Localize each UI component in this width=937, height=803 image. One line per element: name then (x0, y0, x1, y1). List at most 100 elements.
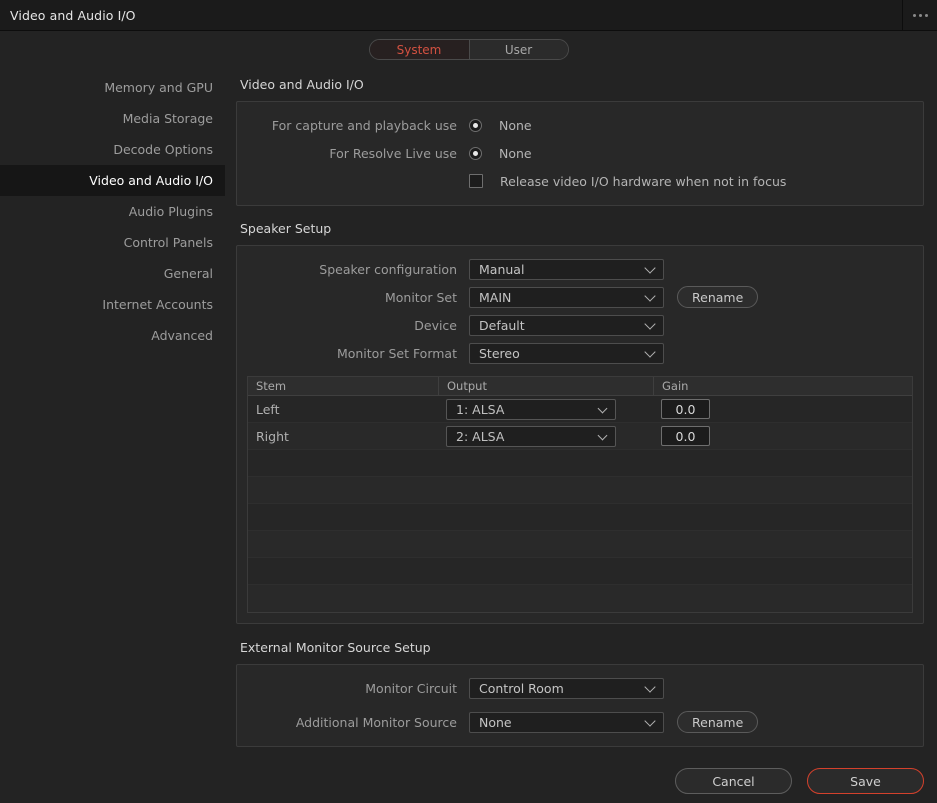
settings-sidebar: Memory and GPU Media Storage Decode Opti… (0, 68, 225, 803)
label-additional-monitor-source: Additional Monitor Source (295, 714, 457, 730)
sidebar-item-internet-accounts[interactable]: Internet Accounts (0, 289, 225, 320)
table-row-empty (248, 558, 912, 585)
radio-capture-playback[interactable] (469, 118, 482, 132)
settings-content: Video and Audio I/O For capture and play… (225, 68, 937, 803)
field-monitor-set: Monitor Set MAIN Rename (237, 283, 923, 311)
sidebar-item-decode-options[interactable]: Decode Options (0, 134, 225, 165)
tab-system[interactable]: System (369, 40, 469, 59)
sidebar-item-control-panels[interactable]: Control Panels (0, 227, 225, 258)
section-title-video-audio-io: Video and Audio I/O (240, 77, 364, 92)
chevron-down-icon (597, 430, 608, 441)
sidebar-item-media-storage[interactable]: Media Storage (0, 103, 225, 134)
table-header-row: Stem Output Gain (248, 377, 912, 396)
select-additional-monitor-source[interactable]: None (469, 711, 664, 733)
section-title-speaker-setup: Speaker Setup (240, 221, 332, 236)
label-monitor-circuit: Monitor Circuit (365, 680, 457, 696)
gain-input-right[interactable]: 0.0 (661, 426, 710, 446)
select-output-left-value: 1: ALSA (456, 401, 505, 417)
select-speaker-configuration-value: Manual (479, 261, 525, 277)
ellipsis-icon[interactable] (902, 0, 937, 30)
chevron-down-icon (644, 262, 656, 274)
select-monitor-set-value: MAIN (479, 289, 512, 305)
chevron-down-icon (644, 681, 656, 693)
column-header-gain: Gain (653, 377, 912, 395)
window-title: Video and Audio I/O (10, 7, 136, 23)
cell-output: 1: ALSA (438, 398, 653, 420)
select-output-right[interactable]: 2: ALSA (446, 425, 616, 447)
column-header-stem: Stem (256, 379, 287, 393)
ellipsis-dot (924, 13, 928, 17)
panel-external-monitor-source-setup: Monitor Circuit Control Room Additional … (236, 664, 924, 747)
sidebar-item-video-and-audio-io[interactable]: Video and Audio I/O (0, 165, 225, 196)
table-row[interactable]: Right 2: ALSA 0.0 (248, 423, 912, 450)
field-release-hardware: Release video I/O hardware when not in f… (237, 167, 923, 195)
checkbox-release-video-io-hardware[interactable] (469, 174, 483, 188)
label-resolve-live: For Resolve Live use (329, 145, 457, 161)
rename-additional-monitor-source-button[interactable]: Rename (677, 711, 759, 733)
chevron-down-icon (644, 715, 656, 727)
tab-user[interactable]: User (468, 40, 568, 59)
select-monitor-circuit[interactable]: Control Room (469, 677, 664, 699)
sidebar-item-general[interactable]: General (0, 258, 225, 289)
field-monitor-circuit: Monitor Circuit Control Room (237, 674, 923, 702)
label-capture-playback: For capture and playback use (271, 117, 457, 133)
speaker-routing-table: Stem Output Gain Left 1: ALSA 0.0 Right … (247, 376, 913, 613)
select-device[interactable]: Default (469, 314, 664, 336)
preferences-tabbar: System User (0, 31, 937, 68)
chevron-down-icon (644, 290, 656, 302)
window-titlebar: Video and Audio I/O (0, 0, 937, 31)
table-row-empty (248, 531, 912, 558)
select-monitor-set-format-value: Stereo (479, 345, 520, 361)
ellipsis-dot (912, 13, 916, 17)
table-row-empty (248, 585, 912, 612)
select-output-left[interactable]: 1: ALSA (446, 398, 616, 420)
panel-speaker-setup: Speaker configuration Manual Monitor Set… (236, 245, 924, 624)
section-title-external-monitor-source-setup: External Monitor Source Setup (240, 640, 431, 655)
rename-monitor-set-button[interactable]: Rename (677, 286, 759, 308)
table-row-empty (248, 504, 912, 531)
field-monitor-set-format: Monitor Set Format Stereo (237, 339, 923, 367)
chevron-down-icon (644, 346, 656, 358)
select-monitor-circuit-value: Control Room (479, 680, 564, 696)
value-capture-playback: None (499, 117, 532, 133)
field-resolve-live: For Resolve Live use None (237, 139, 923, 167)
cancel-button[interactable]: Cancel (675, 768, 792, 794)
sidebar-item-advanced[interactable]: Advanced (0, 320, 225, 351)
field-capture-playback: For capture and playback use None (237, 111, 923, 139)
select-speaker-configuration[interactable]: Manual (469, 258, 664, 280)
label-device: Device (414, 317, 457, 333)
label-monitor-set-format: Monitor Set Format (336, 345, 457, 361)
table-row[interactable]: Left 1: ALSA 0.0 (248, 396, 912, 423)
label-speaker-configuration: Speaker configuration (319, 261, 457, 277)
select-output-right-value: 2: ALSA (456, 428, 505, 444)
cell-gain: 0.0 (653, 399, 912, 419)
select-monitor-set-format[interactable]: Stereo (469, 342, 664, 364)
tab-group: System User (368, 39, 569, 60)
dialog-footer: Cancel Save (675, 768, 924, 794)
select-monitor-set[interactable]: MAIN (469, 286, 664, 308)
field-device: Device Default (237, 311, 923, 339)
label-release-video-io-hardware: Release video I/O hardware when not in f… (500, 173, 787, 189)
chevron-down-icon (597, 403, 608, 414)
cell-output: 2: ALSA (438, 425, 653, 447)
sidebar-item-memory-and-gpu[interactable]: Memory and GPU (0, 72, 225, 103)
field-speaker-configuration: Speaker configuration Manual (237, 255, 923, 283)
cell-stem: Left (256, 401, 280, 417)
preferences-body: Memory and GPU Media Storage Decode Opti… (0, 68, 937, 803)
select-device-value: Default (479, 317, 525, 333)
table-row-empty (248, 477, 912, 504)
select-additional-monitor-source-value: None (479, 714, 512, 730)
panel-video-audio-io: For capture and playback use None For Re… (236, 101, 924, 206)
chevron-down-icon (644, 318, 656, 330)
save-button[interactable]: Save (807, 768, 924, 794)
sidebar-item-audio-plugins[interactable]: Audio Plugins (0, 196, 225, 227)
table-row-empty (248, 450, 912, 477)
radio-resolve-live[interactable] (469, 146, 482, 160)
cell-stem: Right (256, 428, 289, 444)
cell-gain: 0.0 (653, 426, 912, 446)
gain-input-left[interactable]: 0.0 (661, 399, 710, 419)
field-additional-monitor-source: Additional Monitor Source None Rename (237, 708, 923, 736)
label-monitor-set: Monitor Set (384, 289, 457, 305)
ellipsis-dot (918, 13, 922, 17)
value-resolve-live: None (499, 145, 532, 161)
